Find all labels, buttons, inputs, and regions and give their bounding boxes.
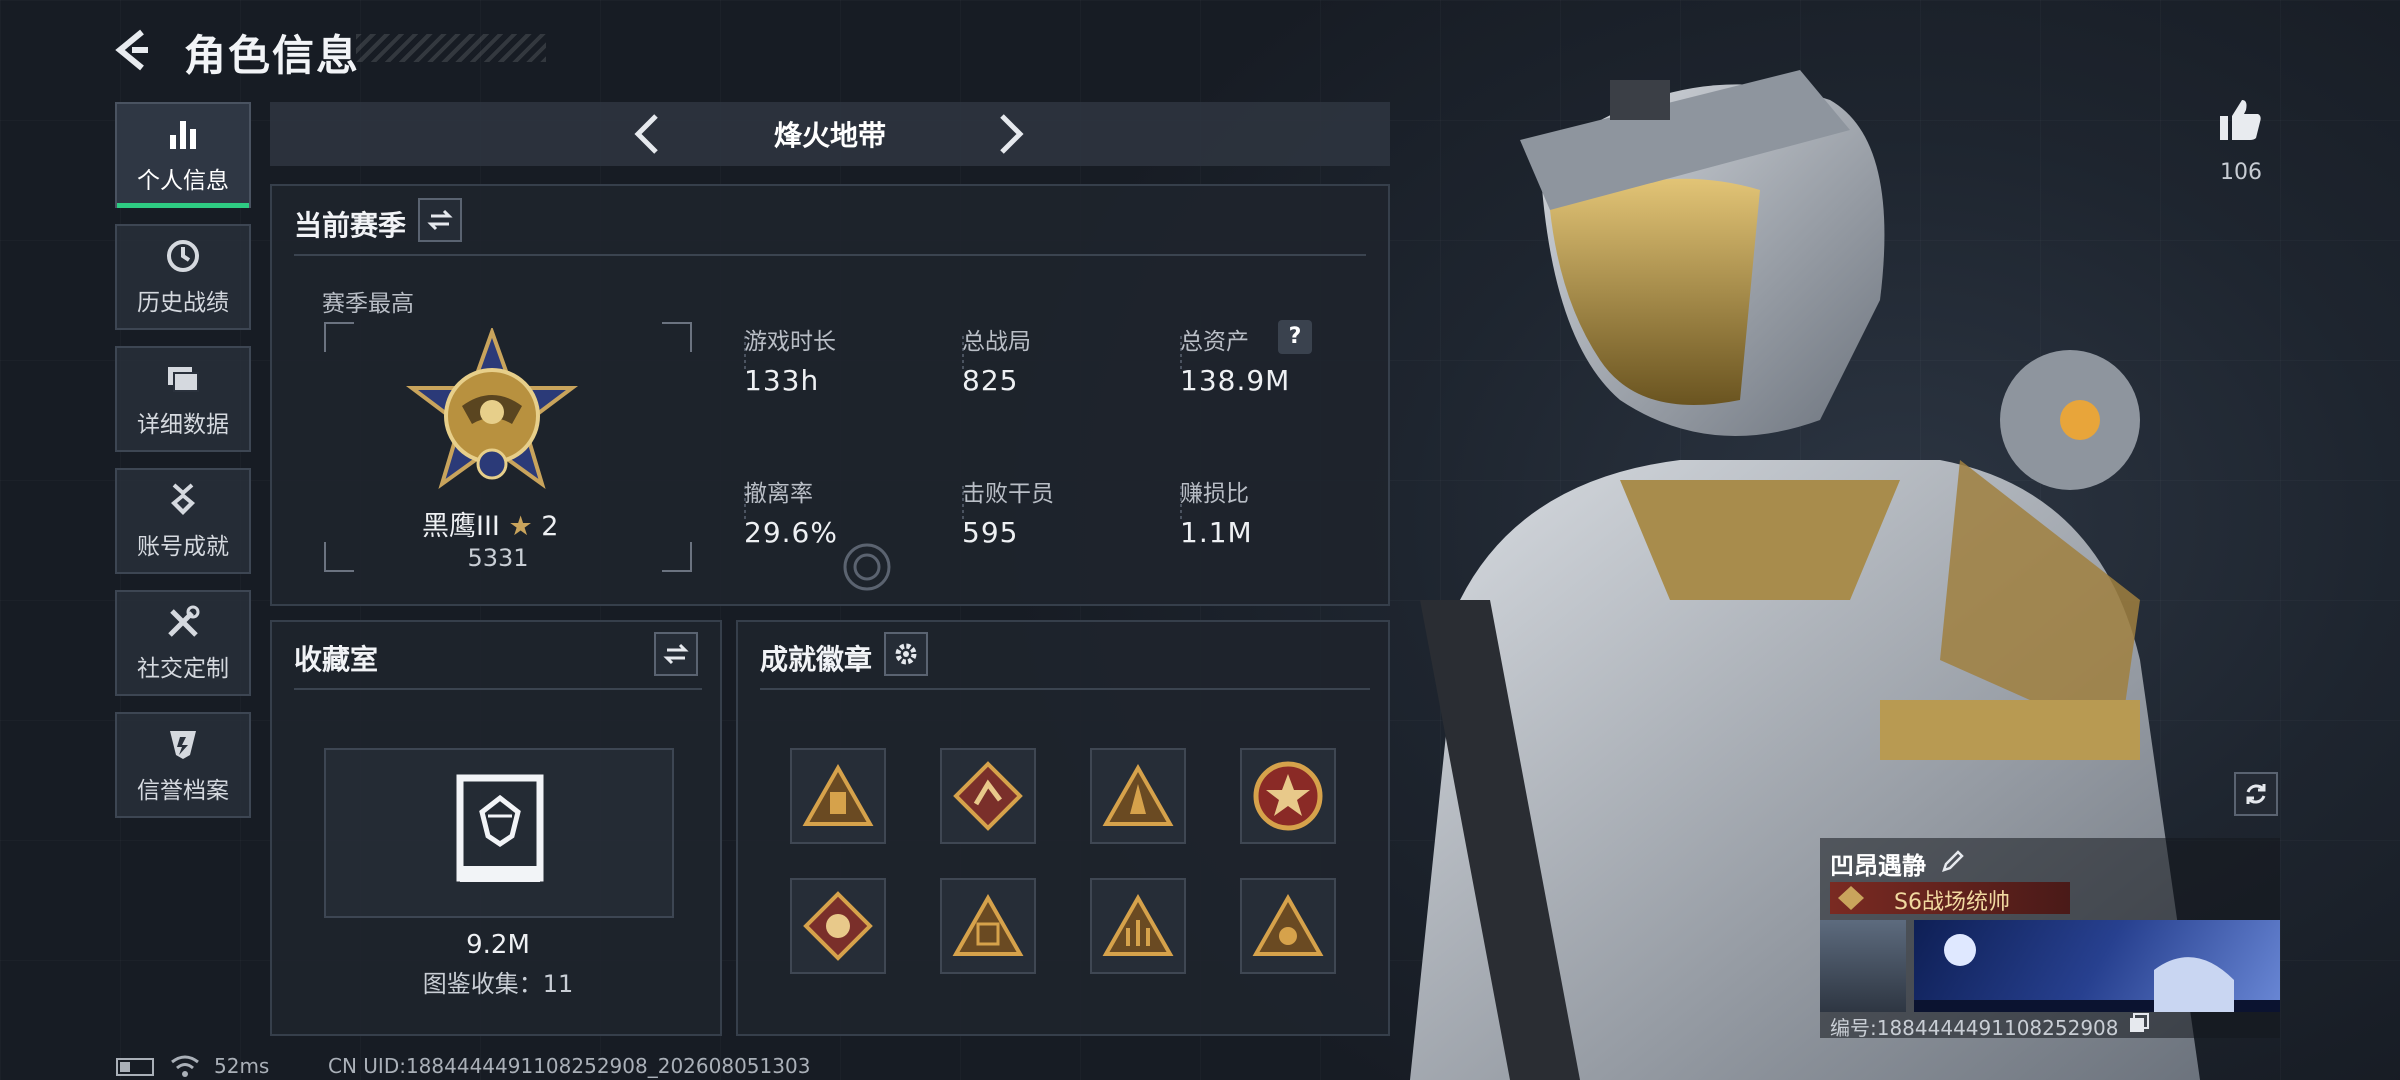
collection-display[interactable]	[324, 748, 674, 918]
season-panel: 当前赛季 赛季最高 黑鹰III ★ 2 5331 游戏时长 133h 总战局 8…	[270, 184, 1390, 606]
banner-image	[1914, 920, 2280, 1012]
uid-label: CN UID:1884444491108252908_202608051303	[328, 1054, 811, 1078]
sidebar-item-history[interactable]: 历史战绩	[115, 224, 251, 330]
shield-icon	[170, 731, 196, 759]
stat-label: 赚损比	[1180, 481, 1249, 507]
divider	[294, 688, 702, 690]
title-tag: S6战场统帅	[1830, 882, 2070, 915]
target-icon	[843, 543, 891, 591]
diamond-badge-icon	[953, 761, 1023, 831]
sidebar-item-social[interactable]: 社交定制	[115, 590, 251, 696]
sidebar-item-details[interactable]: 详细数据	[115, 346, 251, 452]
title-decoration	[356, 34, 546, 62]
battery-icon	[116, 1058, 154, 1076]
collection-value: 9.2M	[466, 930, 530, 960]
achievement-badge[interactable]	[790, 748, 886, 844]
mode-name: 烽火地带	[773, 119, 886, 152]
rank-wings-icon	[1838, 886, 1864, 910]
help-icon[interactable]: ?	[1278, 320, 1312, 354]
mode-selector: 烽火地带	[270, 102, 1390, 166]
achievements-title: 成就徽章	[760, 643, 873, 676]
chevron-right-icon[interactable]	[990, 110, 1030, 158]
sidebar-item-label: 历史战绩	[137, 290, 229, 316]
dragon-badge-icon	[803, 891, 873, 961]
wifi-icon	[171, 1055, 199, 1077]
swap-icon[interactable]	[418, 198, 462, 242]
achievement-badge[interactable]	[1090, 748, 1186, 844]
stat-label: 游戏时长	[744, 329, 836, 355]
stat-label: 击败干员	[962, 481, 1054, 507]
copy-icon[interactable]	[2128, 1012, 2150, 1034]
collection-title: 收藏室	[294, 643, 379, 676]
triangle-badge-icon	[1102, 764, 1174, 826]
achievements-panel: 成就徽章	[736, 620, 1390, 1036]
back-arrow-icon[interactable]	[112, 26, 160, 74]
stat-value: 29.6%	[744, 516, 838, 549]
stat-label: 总资产	[1180, 329, 1249, 355]
divider	[760, 688, 1370, 690]
stat-label: 总战局	[962, 329, 1031, 355]
stat-value: 133h	[744, 364, 820, 397]
triangle-badge-icon	[802, 764, 874, 826]
rank-stars: 2	[541, 511, 559, 542]
sidebar-item-label: 社交定制	[137, 656, 229, 682]
triangle-badge-icon	[1252, 894, 1324, 956]
like-count: 106	[2220, 160, 2262, 185]
sidebar-item-label: 账号成就	[137, 534, 229, 560]
stat-value: 595	[962, 516, 1019, 549]
sidebar-item-achievements[interactable]: 账号成就	[115, 468, 251, 574]
rank-points: 5331	[467, 544, 529, 572]
star-seal-badge-icon	[1253, 761, 1323, 831]
avatar	[1820, 920, 1906, 1012]
bar-chart-icon	[170, 121, 196, 149]
collection-panel: 收藏室 9.2M 图鉴收集：11	[270, 620, 722, 1036]
player-card[interactable]: 凹昂遇静 S6战场统帅 编号:1884444491108252908	[1820, 838, 2280, 1040]
title-tag-label: S6战场统帅	[1894, 890, 2010, 915]
sidebar-item-reputation[interactable]: 信誉档案	[115, 712, 251, 818]
edit-icon[interactable]	[1940, 848, 1966, 874]
divider	[294, 254, 1366, 256]
rotate-icon[interactable]	[2234, 772, 2278, 816]
medal-icon	[171, 483, 195, 515]
stat-value: 825	[962, 364, 1019, 397]
season-best-label: 赛季最高	[322, 291, 414, 317]
triangle-badge-icon	[1102, 894, 1174, 956]
season-title: 当前赛季	[294, 209, 407, 242]
achievement-badge[interactable]	[1090, 878, 1186, 974]
frame-corner	[324, 322, 354, 352]
triangle-badge-icon	[952, 894, 1024, 956]
clock-icon	[167, 240, 199, 272]
sidebar-item-label: 详细数据	[137, 412, 229, 438]
thumbs-up-icon[interactable]	[2216, 96, 2264, 144]
achievement-badge[interactable]	[940, 748, 1036, 844]
page-title: 角色信息	[184, 31, 361, 80]
player-name: 凹昂遇静	[1830, 852, 1926, 880]
star-icon: ★	[508, 511, 533, 542]
achievement-badge[interactable]	[1240, 878, 1336, 974]
tools-icon	[168, 605, 200, 637]
stat-value: 1.1M	[1180, 516, 1253, 549]
achievement-badge[interactable]	[940, 878, 1036, 974]
rank-name-row: 黑鹰III ★ 2	[422, 504, 558, 543]
vault-icon	[456, 774, 544, 882]
rank-name: 黑鹰III	[422, 511, 500, 542]
folders-icon	[168, 367, 199, 392]
sidebar-item-profile[interactable]: 个人信息	[115, 102, 251, 208]
player-id: 编号:1884444491108252908	[1830, 1016, 2119, 1040]
ping-value: 52ms	[214, 1054, 270, 1078]
stat-label: 撤离率	[744, 481, 813, 507]
rank-emblem-icon	[406, 328, 578, 490]
achievement-badge[interactable]	[790, 878, 886, 974]
achievement-badge[interactable]	[1240, 748, 1336, 844]
frame-corner	[662, 322, 692, 352]
sidebar-item-label: 个人信息	[137, 168, 229, 194]
gear-icon[interactable]	[884, 632, 928, 676]
stat-value: 138.9M	[1180, 364, 1291, 397]
sidebar-item-label: 信誉档案	[137, 778, 229, 804]
swap-icon[interactable]	[654, 632, 698, 676]
collection-count: 图鉴收集：11	[422, 970, 574, 998]
